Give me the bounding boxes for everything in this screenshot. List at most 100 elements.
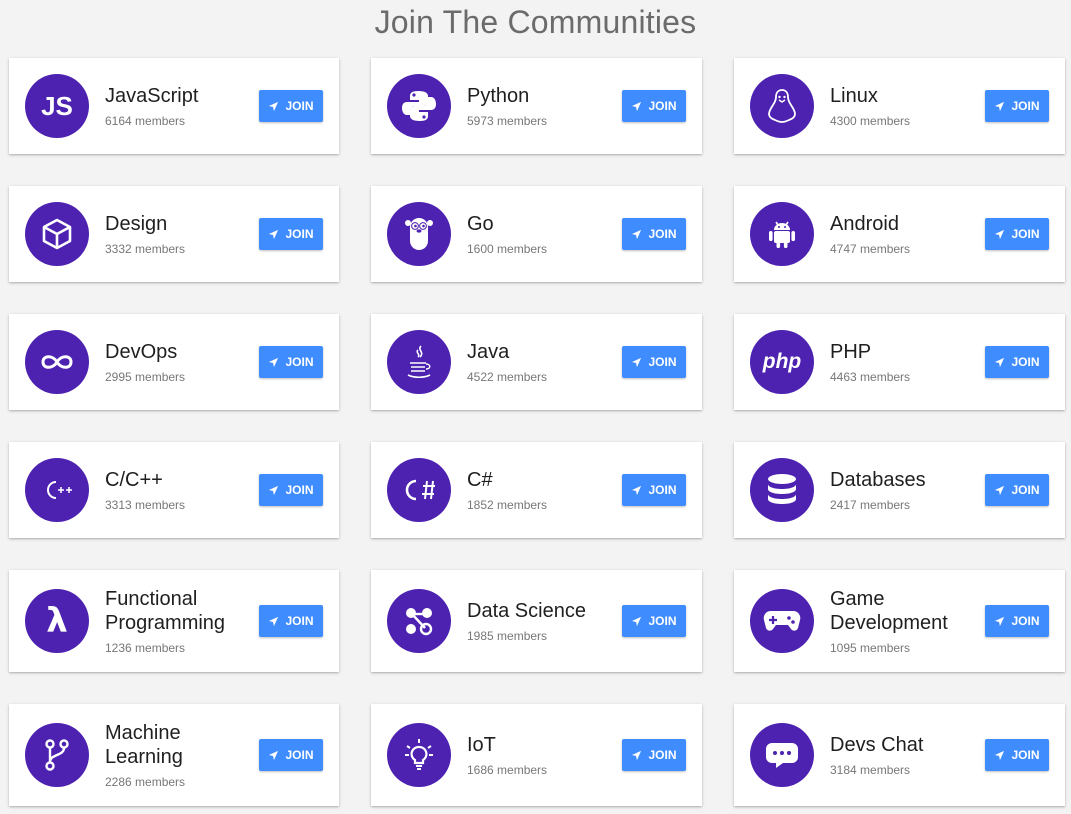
send-icon <box>269 750 279 760</box>
join-button-data-science[interactable]: JOIN <box>622 605 686 637</box>
community-name: Machine Learning <box>105 722 183 768</box>
community-card-cpp: C/C++ 3313 members JOIN <box>9 442 339 538</box>
chat-bubble-icon <box>750 723 814 787</box>
join-button-machine-learning[interactable]: JOIN <box>259 739 323 771</box>
send-icon <box>995 101 1005 111</box>
gamepad-icon <box>750 589 814 653</box>
database-icon <box>750 458 814 522</box>
member-count: 1095 members <box>830 641 911 655</box>
send-icon <box>632 229 642 239</box>
join-button-csharp[interactable]: JOIN <box>622 474 686 506</box>
community-name: Python <box>467 85 530 107</box>
php-icon: php <box>750 330 814 394</box>
join-button-cpp[interactable]: JOIN <box>259 474 323 506</box>
member-count: 5973 members <box>467 114 548 128</box>
linux-icon <box>750 74 814 138</box>
community-name: IoT <box>467 734 496 756</box>
community-name: C# <box>467 469 493 491</box>
send-icon <box>632 357 642 367</box>
join-button-php[interactable]: JOIN <box>985 346 1049 378</box>
python-icon <box>387 74 451 138</box>
send-icon <box>995 750 1005 760</box>
community-name: Databases <box>830 469 926 491</box>
community-card-design: Design 3332 members JOIN <box>9 186 339 282</box>
community-name: Devs Chat <box>830 734 924 756</box>
community-name: DevOps <box>105 341 178 363</box>
send-icon <box>995 357 1005 367</box>
join-button-linux[interactable]: JOIN <box>985 90 1049 122</box>
community-name: Java <box>467 341 510 363</box>
community-card-devs-chat: Devs Chat 3184 members JOIN <box>734 704 1065 806</box>
community-card-data-science: Data Science 1985 members JOIN <box>371 570 702 672</box>
member-count: 3184 members <box>830 763 911 777</box>
community-card-android: Android 4747 members JOIN <box>734 186 1065 282</box>
community-card-python: Python 5973 members JOIN <box>371 58 702 154</box>
join-button-devops[interactable]: JOIN <box>259 346 323 378</box>
community-name: C/C++ <box>105 469 163 491</box>
member-count: 3332 members <box>105 242 186 256</box>
join-button-functional-programming[interactable]: JOIN <box>259 605 323 637</box>
lambda-icon: λ <box>25 589 89 653</box>
community-card-functional-programming: λ Functional Programming 1236 members JO… <box>9 570 339 672</box>
lightbulb-icon <box>387 723 451 787</box>
community-card-devops: DevOps 2995 members JOIN <box>9 314 339 410</box>
communities-grid: JS JavaScript 6164 members JOIN Python 5… <box>9 58 1065 806</box>
cpp-icon <box>25 458 89 522</box>
android-icon <box>750 202 814 266</box>
member-count: 4463 members <box>830 370 911 384</box>
join-button-go[interactable]: JOIN <box>622 218 686 250</box>
join-button-devs-chat[interactable]: JOIN <box>985 739 1049 771</box>
send-icon <box>269 357 279 367</box>
community-name: Data Science <box>467 600 586 622</box>
member-count: 3313 members <box>105 498 186 512</box>
send-icon <box>995 229 1005 239</box>
send-icon <box>632 750 642 760</box>
member-count: 2417 members <box>830 498 911 512</box>
community-card-machine-learning: Machine Learning 2286 members JOIN <box>9 704 339 806</box>
join-button-design[interactable]: JOIN <box>259 218 323 250</box>
community-name: Go <box>467 213 494 235</box>
join-button-databases[interactable]: JOIN <box>985 474 1049 506</box>
community-name: Linux <box>830 85 878 107</box>
member-count: 1985 members <box>467 629 548 643</box>
javascript-icon: JS <box>25 74 89 138</box>
join-button-android[interactable]: JOIN <box>985 218 1049 250</box>
send-icon <box>995 485 1005 495</box>
community-card-javascript: JS JavaScript 6164 members JOIN <box>9 58 339 154</box>
community-name: PHP <box>830 341 872 363</box>
join-button-javascript[interactable]: JOIN <box>259 90 323 122</box>
community-card-linux: Linux 4300 members JOIN <box>734 58 1065 154</box>
member-count: 1600 members <box>467 242 548 256</box>
send-icon <box>269 229 279 239</box>
member-count: 4300 members <box>830 114 911 128</box>
community-name: Android <box>830 213 899 235</box>
community-name: Design <box>105 213 168 235</box>
member-count: 6164 members <box>105 114 186 128</box>
send-icon <box>995 616 1005 626</box>
community-card-csharp: C# 1852 members JOIN <box>371 442 702 538</box>
member-count: 2995 members <box>105 370 186 384</box>
send-icon <box>269 485 279 495</box>
community-name: JavaScript <box>105 85 199 107</box>
join-button-python[interactable]: JOIN <box>622 90 686 122</box>
community-card-php: php PHP 4463 members JOIN <box>734 314 1065 410</box>
community-card-game-development: Game Development 1095 members JOIN <box>734 570 1065 672</box>
member-count: 1236 members <box>105 641 186 655</box>
csharp-icon <box>387 458 451 522</box>
member-count: 2286 members <box>105 775 186 789</box>
member-count: 1852 members <box>467 498 548 512</box>
join-button-iot[interactable]: JOIN <box>622 739 686 771</box>
join-button-java[interactable]: JOIN <box>622 346 686 378</box>
send-icon <box>632 101 642 111</box>
send-icon <box>632 485 642 495</box>
join-button-game-development[interactable]: JOIN <box>985 605 1049 637</box>
source-branch-icon <box>25 723 89 787</box>
infinity-icon <box>25 330 89 394</box>
cube-icon <box>25 202 89 266</box>
community-name: Game Development <box>830 588 948 634</box>
send-icon <box>269 101 279 111</box>
community-card-java: Java 4522 members JOIN <box>371 314 702 410</box>
java-cup-icon <box>387 330 451 394</box>
gopher-icon <box>387 202 451 266</box>
member-count: 4747 members <box>830 242 911 256</box>
